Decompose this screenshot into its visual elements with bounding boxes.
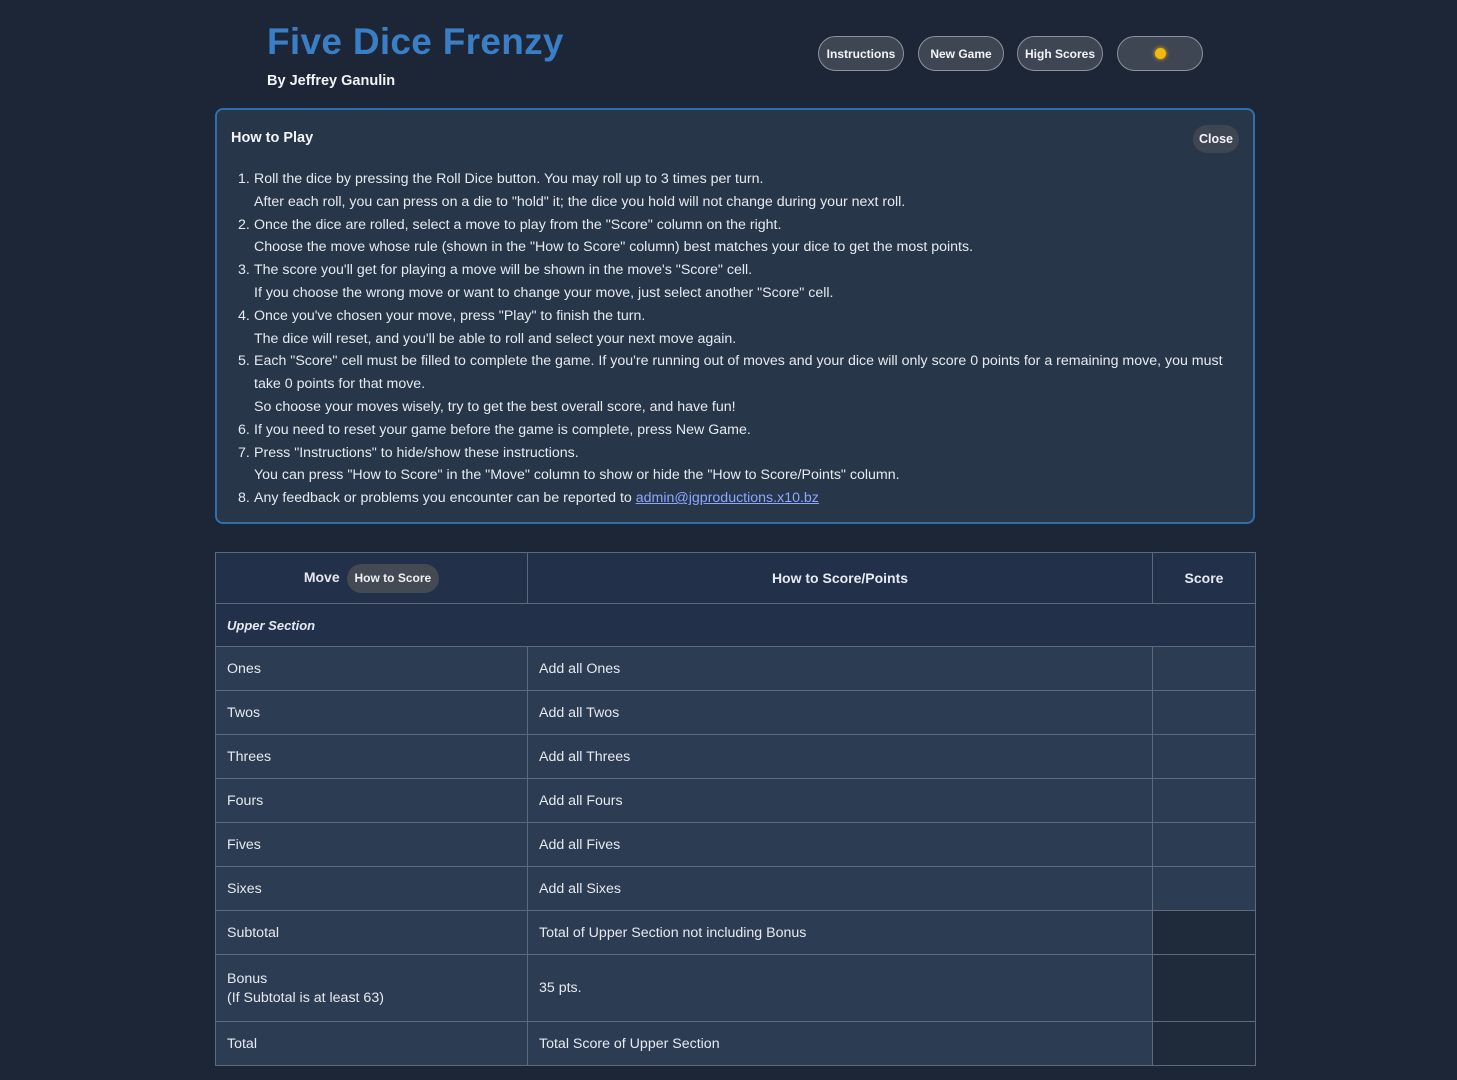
table-row: Subtotal Total of Upper Section not incl… <box>215 910 1256 955</box>
instruction-step: 8. Any feedback or problems you encounte… <box>238 490 819 507</box>
instruction-step: 2. Once the dice are rolled, select a mo… <box>238 216 974 256</box>
score-cell-sixes[interactable] <box>1152 866 1256 911</box>
rule-cell: Total Score of Upper Section <box>527 1021 1153 1066</box>
move-cell: Twos <box>215 690 528 735</box>
move-cell: Threes <box>215 734 528 779</box>
move-cell: Ones <box>215 646 528 691</box>
subtotal-score-cell <box>1152 910 1256 955</box>
table-row: Sixes Add all Sixes <box>215 866 1256 911</box>
rule-cell: Add all Twos <box>527 690 1153 735</box>
author-byline: By Jeffrey Ganulin <box>267 73 396 89</box>
score-cell-ones[interactable] <box>1152 646 1256 691</box>
section-row-upper: Upper Section <box>215 603 1256 647</box>
move-cell: Subtotal <box>215 910 528 955</box>
how-to-score-toggle-button[interactable]: How to Score <box>346 563 440 593</box>
close-button[interactable]: Close <box>1193 125 1239 153</box>
instruction-step: 5. Each "Score" cell must be filled to c… <box>238 353 1223 415</box>
instruction-step: 4. Once you've chosen your move, press "… <box>238 307 737 347</box>
table-row: Threes Add all Threes <box>215 734 1256 779</box>
table-row: Fives Add all Fives <box>215 822 1256 867</box>
high-scores-button[interactable]: High Scores <box>1017 36 1103 71</box>
rule-cell: Add all Ones <box>527 646 1153 691</box>
score-cell-twos[interactable] <box>1152 690 1256 735</box>
move-cell: Fours <box>215 778 528 823</box>
theme-toggle-button[interactable] <box>1117 36 1203 71</box>
move-cell: Bonus (If Subtotal is at least 63) <box>215 954 528 1022</box>
move-cell: Total <box>215 1021 528 1066</box>
section-title: Upper Section <box>215 603 1256 647</box>
instruction-step: 3. The score you'll get for playing a mo… <box>238 262 834 301</box>
instructions-button[interactable]: Instructions <box>818 36 904 71</box>
score-cell-threes[interactable] <box>1152 734 1256 779</box>
how-to-play-title: How to Play <box>231 130 314 146</box>
move-column-header: Move How to Score <box>215 552 528 604</box>
table-row: Ones Add all Ones <box>215 646 1256 691</box>
instruction-list: 1. Roll the dice by pressing the Roll Di… <box>233 168 1243 510</box>
move-cell: Fives <box>215 822 528 867</box>
score-column-header: Score <box>1152 552 1256 604</box>
how-to-play-panel: How to Play Close 1. Roll the dice by pr… <box>215 108 1255 524</box>
new-game-button[interactable]: New Game <box>918 36 1004 71</box>
table-row: Bonus (If Subtotal is at least 63) 35 pt… <box>215 954 1256 1022</box>
move-cell: Sixes <box>215 866 528 911</box>
bonus-score-cell <box>1152 954 1256 1022</box>
rule-cell: Add all Fours <box>527 778 1153 823</box>
how-to-score-column-header: How to Score/Points <box>527 552 1153 604</box>
table-row: Twos Add all Twos <box>215 690 1256 735</box>
total-score-cell <box>1152 1021 1256 1066</box>
score-cell-fives[interactable] <box>1152 822 1256 867</box>
sun-icon <box>1154 48 1166 59</box>
rule-cell: Total of Upper Section not including Bon… <box>527 910 1153 955</box>
instruction-step: 6. If you need to reset your game before… <box>238 421 751 438</box>
table-row: Fours Add all Fours <box>215 778 1256 823</box>
instruction-step: 1. Roll the dice by pressing the Roll Di… <box>238 171 906 210</box>
score-cell-fours[interactable] <box>1152 778 1256 823</box>
table-row: Total Total Score of Upper Section <box>215 1021 1256 1066</box>
rule-cell: Add all Threes <box>527 734 1153 779</box>
feedback-email-link[interactable]: admin@jgproductions.x10.bz <box>636 490 819 506</box>
instruction-step: 7. Press "Instructions" to hide/show the… <box>238 444 900 484</box>
rule-cell: 35 pts. <box>527 954 1153 1022</box>
rule-cell: Add all Sixes <box>527 866 1153 911</box>
score-table: Move How to Score How to Score/Points Sc… <box>215 552 1256 1066</box>
table-header-row: Move How to Score How to Score/Points Sc… <box>215 552 1256 604</box>
rule-cell: Add all Fives <box>527 822 1153 867</box>
game-title: Five Dice Frenzy <box>267 21 564 62</box>
